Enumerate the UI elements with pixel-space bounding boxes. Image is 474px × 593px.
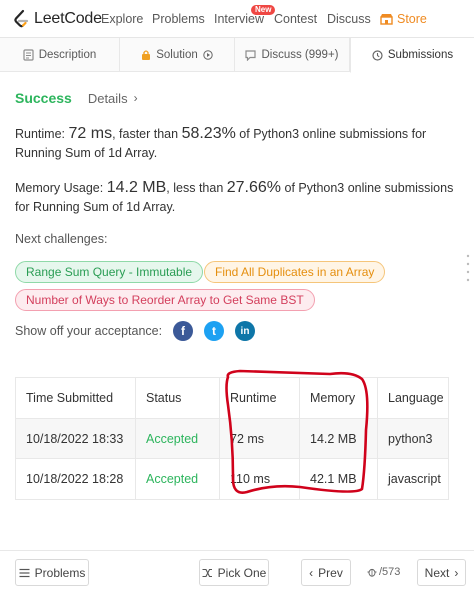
- counter-text: /573: [379, 566, 401, 578]
- lock-icon: [142, 50, 151, 60]
- share-label: Show off your acceptance:: [15, 324, 163, 338]
- memory-summary: Memory Usage: 14.2 MB, less than 27.66% …: [15, 178, 460, 217]
- next-challenges-label: Next challenges:: [15, 232, 108, 246]
- submission-status: Success Details ›: [15, 90, 138, 106]
- tab-discuss-label: Discuss (999+): [261, 49, 339, 61]
- cell-memory: 42.1 MB: [300, 459, 378, 499]
- tab-discuss[interactable]: Discuss (999+): [235, 38, 350, 72]
- nav-problems[interactable]: Problems: [152, 12, 205, 26]
- memory-value: 14.2 MB: [106, 179, 167, 196]
- facebook-icon[interactable]: f: [173, 321, 193, 341]
- prev-button[interactable]: ‹ Prev: [301, 559, 351, 586]
- problem-tabs: Description Solution Discuss (999+) Subm…: [0, 38, 474, 73]
- table-row[interactable]: 10/18/2022 18:28 Accepted 110 ms 42.1 MB…: [16, 459, 448, 499]
- problems-button-label: Problems: [34, 565, 86, 580]
- memory-prefix: Memory Usage:: [15, 181, 107, 195]
- memory-mid: , less than: [166, 181, 227, 195]
- cell-language: javascript: [388, 472, 441, 486]
- next-button[interactable]: Next ›: [417, 559, 466, 586]
- runtime-prefix: Runtime:: [15, 127, 69, 141]
- challenge-find-all-duplicates[interactable]: Find All Duplicates in an Array: [204, 261, 386, 283]
- store-icon: [380, 14, 393, 25]
- logo-text: LeetCode: [34, 10, 102, 27]
- nav-discuss[interactable]: Discuss: [327, 12, 371, 26]
- tab-solution-label: Solution: [156, 49, 198, 61]
- chevron-right-icon: ›: [133, 91, 138, 105]
- status-success: Success: [15, 90, 72, 106]
- cell-time-submitted: 10/18/2022 18:28: [16, 459, 136, 499]
- tab-description[interactable]: Description: [0, 38, 120, 72]
- cell-time-submitted: 10/18/2022 18:33: [16, 419, 136, 458]
- header-time-submitted: Time Submitted: [16, 378, 136, 418]
- header-status: Status: [136, 378, 220, 418]
- cell-status-accepted[interactable]: Accepted: [136, 419, 220, 458]
- header-memory: Memory: [300, 378, 378, 418]
- footer-bar: Problems Pick One ‹ Prev /573 Next ›: [0, 550, 474, 593]
- cell-status-accepted[interactable]: Accepted: [136, 459, 220, 499]
- top-nav: LeetCode Explore Problems Interview New …: [0, 0, 474, 38]
- linkedin-icon[interactable]: in: [235, 321, 255, 341]
- shuffle-icon: [202, 568, 212, 577]
- header-language: Language: [388, 391, 444, 405]
- table-header-row: Time Submitted Status Runtime Memory Lan…: [16, 378, 448, 419]
- cell-runtime: 72 ms: [220, 419, 300, 458]
- leetcode-logo-icon: [14, 9, 29, 28]
- memory-percentile: 27.66%: [226, 179, 282, 196]
- clock-icon: [372, 49, 383, 61]
- challenge-range-sum-query[interactable]: Range Sum Query - Immutable: [15, 261, 204, 283]
- nav-contest[interactable]: Contest: [274, 12, 317, 26]
- cell-memory: 14.2 MB: [300, 419, 378, 458]
- resize-handle-icon[interactable]: [466, 250, 470, 290]
- challenge-reorder-array-bst[interactable]: Number of Ways to Reorder Array to Get S…: [15, 289, 315, 311]
- prev-label: Prev: [318, 565, 343, 580]
- problems-button[interactable]: Problems: [15, 559, 89, 586]
- tab-submissions-label: Submissions: [387, 49, 454, 61]
- details-link[interactable]: Details: [88, 91, 128, 106]
- table-row[interactable]: 10/18/2022 18:33 Accepted 72 ms 14.2 MB …: [16, 419, 448, 459]
- play-circle-icon: [203, 50, 213, 60]
- cell-language: python3: [388, 431, 433, 446]
- cell-runtime: 110 ms: [220, 459, 300, 499]
- tab-solution[interactable]: Solution: [120, 38, 235, 72]
- chevron-right-icon: ›: [454, 565, 459, 580]
- twitter-icon[interactable]: t: [204, 321, 224, 341]
- submissions-table: Time Submitted Status Runtime Memory Lan…: [15, 377, 449, 500]
- runtime-percentile: 58.23%: [181, 125, 236, 142]
- runtime-summary: Runtime: 72 ms, faster than 58.23% of Py…: [15, 124, 460, 163]
- chat-icon: [245, 49, 257, 61]
- header-runtime: Runtime: [220, 378, 300, 418]
- next-label: Next: [424, 565, 450, 580]
- tab-submissions[interactable]: Submissions: [350, 38, 474, 73]
- problem-counter: /573: [367, 566, 400, 578]
- bug-icon: [367, 568, 377, 577]
- pick-one-button[interactable]: Pick One: [199, 559, 269, 586]
- pick-one-label: Pick One: [217, 565, 267, 580]
- tab-description-label: Description: [38, 49, 97, 61]
- nav-store[interactable]: Store: [380, 12, 427, 26]
- store-label: Store: [397, 12, 427, 26]
- runtime-value: 72 ms: [68, 125, 113, 142]
- runtime-mid: , faster than: [112, 127, 182, 141]
- list-icon: [19, 568, 30, 577]
- chevron-left-icon: ‹: [309, 565, 314, 580]
- new-badge: New: [251, 5, 276, 15]
- nav-explore[interactable]: Explore: [101, 12, 143, 26]
- leetcode-logo[interactable]: LeetCode: [12, 8, 102, 30]
- document-icon: [23, 49, 34, 61]
